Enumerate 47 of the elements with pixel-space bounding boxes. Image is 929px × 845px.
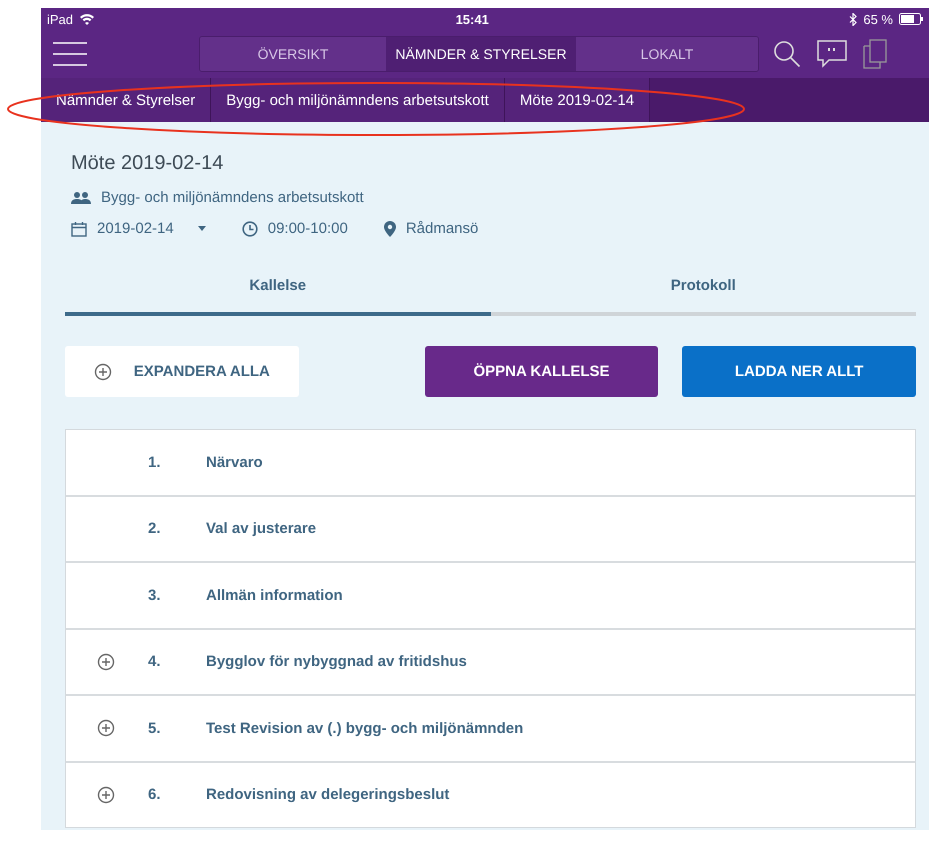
expand-plus-icon[interactable]: [97, 786, 115, 804]
agenda-item-title[interactable]: Redovisning av delegeringsbeslut: [206, 786, 450, 804]
nav-tab[interactable]: NÄMNDER & STYRELSER: [386, 37, 576, 71]
agenda-item-title[interactable]: Bygglov för nybyggnad av fritidshus: [206, 653, 467, 670]
nav-tab[interactable]: ÖVERSIKT: [200, 37, 386, 71]
calendar-icon: [71, 220, 87, 236]
clock-icon: [242, 220, 258, 236]
agenda-item-title[interactable]: Val av justerare: [206, 520, 316, 538]
meeting-title: Möte 2019-02-14: [71, 152, 224, 175]
expand-all-button[interactable]: EXPANDERA ALLA: [65, 346, 299, 397]
meeting-place: Rådmansö: [406, 220, 478, 237]
download-all-button[interactable]: LADDA NER ALLT: [682, 346, 916, 397]
expand-plus-icon[interactable]: [97, 652, 115, 671]
chat-bubble-icon[interactable]: [817, 40, 847, 68]
battery-icon: [899, 13, 923, 25]
battery-percentage: 65 %: [863, 12, 893, 26]
agenda-item-title[interactable]: Allmän information: [206, 586, 343, 604]
open-notice-button[interactable]: ÖPPNA KALLELSE: [424, 346, 658, 397]
breadcrumb-link[interactable]: Nämnder & Styrelser: [41, 78, 212, 122]
tab[interactable]: Kallelse: [65, 277, 490, 316]
wifi-icon: [79, 13, 96, 25]
device-name: iPad: [47, 12, 74, 26]
agenda-number: 1.: [147, 454, 162, 471]
people-icon: [71, 190, 91, 204]
dropdown-caret-icon[interactable]: [198, 226, 206, 231]
breadcrumb-link[interactable]: Möte 2019-02-14: [504, 78, 650, 122]
agenda-number: 4.: [147, 653, 162, 670]
agenda-number: 2.: [147, 520, 162, 538]
agenda-number: 3.: [147, 586, 162, 604]
meeting-time: 09:00-10:00: [268, 220, 348, 237]
nav-tab[interactable]: LOKALT: [576, 37, 758, 71]
location-pin-icon: [384, 220, 396, 236]
agenda-item-title[interactable]: Närvaro: [206, 454, 263, 471]
clock-time: 15:41: [456, 12, 489, 26]
documents-icon[interactable]: [863, 39, 887, 69]
meeting-date: 2019-02-14: [97, 220, 174, 237]
search-icon[interactable]: [773, 40, 801, 68]
committee-name: Bygg- och miljönämndens arbetsutskott: [101, 189, 364, 206]
tab[interactable]: Protokoll: [490, 277, 916, 316]
breadcrumb-link[interactable]: Bygg- och miljönämndens arbetsutskott: [211, 78, 505, 122]
agenda-item-title[interactable]: Test Revision av (.) bygg- och miljönämnden: [206, 720, 524, 737]
expand-plus-icon[interactable]: [97, 719, 115, 738]
agenda-number: 5.: [147, 720, 162, 737]
bluetooth-icon: [849, 12, 858, 26]
menu-icon[interactable]: [53, 42, 87, 66]
agenda-number: 6.: [147, 786, 162, 804]
plus-circle-icon: [94, 362, 112, 380]
